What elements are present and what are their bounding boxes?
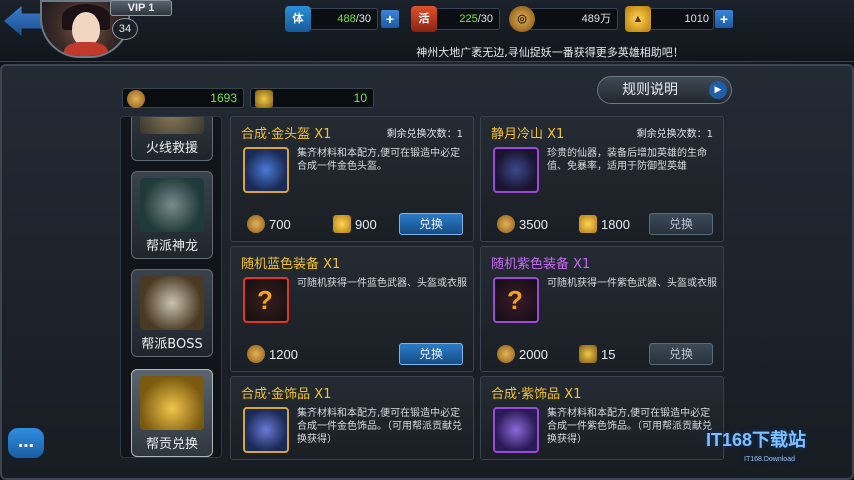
nav-item-label: 火线救援 [145,141,198,156]
card-description: 集齐材料和本配方,便可在锻造中必定合成一件金色头盔。 [297,148,461,172]
nav-item-dragon[interactable]: 帮派神龙 [131,171,213,259]
token-value: 10 [353,91,367,105]
energy-bar: 活 225/30 [411,6,500,32]
stamina-max: /30 [355,13,371,25]
card-description: 集齐材料和本配方,便可在锻造中必定合成一件金色饰品。（可用帮派贡献兑换获得） [297,408,462,445]
boots-icon[interactable] [493,147,539,193]
random-blue-equipment-icon[interactable]: ? [243,277,289,323]
energy-value: 225 [459,13,478,25]
contribution-value: 1693 [210,91,237,105]
stamina-icon: 体 [285,6,311,32]
nav-item-label: 帮派BOSS [141,337,203,352]
fire-rescue-icon [140,117,204,134]
exchange-card: 合成·金头盔 X1 剩余兑换次数：1 集齐材料和本配方,便可在锻造中必定合成一件… [230,116,474,242]
add-stamina-button[interactable]: + [381,10,399,28]
ingots-value: 1010 [684,13,709,25]
coins-value: 489万 [581,13,611,25]
nav-item-label: 帮派神龙 [145,239,198,254]
ingot-icon: ▲ [625,6,651,32]
dragon-icon [140,178,204,232]
card-title: 合成·紫饰品 X1 [491,387,582,402]
play-arrow-icon: ▶ [709,81,727,99]
card-description: 可随机获得一件紫色武器、头盔或衣服 [547,278,717,289]
nav-item-treasure[interactable]: 帮贡兑换 [131,369,213,457]
exchange-button[interactable]: 兑换 [649,343,713,365]
coin-price: 3500 [497,215,548,233]
vip-badge[interactable]: VIP 1 [110,0,172,16]
coins-bar: ◎ 489万 [509,6,618,32]
watermark-text: IT168下载站 [706,430,807,450]
coin-icon [497,215,515,233]
ingot-icon [333,215,351,233]
avatar-robe [64,42,108,56]
treasure-icon [140,376,204,430]
card-description: 可随机获得一件蓝色武器、头盔或衣服 [297,278,467,289]
nav-item-label: 帮贡兑换 [145,437,198,452]
rules-button[interactable]: 规则说明 ▶ [597,76,732,104]
add-ingots-button[interactable]: + [715,10,733,28]
coin-icon [497,345,515,363]
announcement-ticker: 神州大地广袤无边,寻仙捉妖一番获得更多英雄相助吧！ [416,46,684,59]
card-description: 珍贵的仙器，装备后增加英雄的生命值、免暴率，适用于防御型英雄 [547,148,707,172]
ingot-price: 1800 [579,215,630,233]
coin-icon [247,215,265,233]
guild-token-icon [579,345,597,363]
gold-accessory-recipe-icon[interactable] [243,407,289,453]
card-title: 合成·金饰品 X1 [241,387,332,402]
side-nav: 火线救援 帮派神龙 帮派BOSS 帮贡兑换 [120,116,222,458]
card-title: 合成·金头盔 X1 [241,127,332,142]
token-stat: 10 [250,88,374,108]
stamina-bar: 体 488/30 + [285,6,399,32]
watermark-logo: IT168下载站 IT168.Download [706,426,852,472]
exchange-card: 合成·金饰品 X1 集齐材料和本配方,便可在锻造中必定合成一件金色饰品。（可用帮… [230,376,474,460]
boss-icon [140,276,204,330]
exchange-button[interactable]: 兑换 [649,213,713,235]
watermark-subtext: IT168.Download [744,456,795,463]
exchange-card: 随机紫色装备 X1 ? 可随机获得一件紫色武器、头盔或衣服 2000 15 兑换 [480,246,724,372]
level-badge: 34 [112,18,138,40]
exchange-button[interactable]: 兑换 [399,213,463,235]
ingot-icon [579,215,597,233]
energy-icon: 活 [411,6,437,32]
coin-price: 1200 [247,345,298,363]
contribution-icon [127,90,145,108]
card-description: 集齐材料和本配方,便可在锻造中必定合成一件紫色饰品。（可用帮派贡献兑换获得） [547,408,712,445]
card-title: 随机紫色装备 X1 [491,257,591,272]
card-title: 静月冷山 X1 [491,127,565,142]
guild-token-icon [255,90,273,108]
exchange-card: 合成·紫饰品 X1 集齐材料和本配方,便可在锻造中必定合成一件紫色饰品。（可用帮… [480,376,724,460]
card-title: 随机蓝色装备 X1 [241,257,341,272]
exchange-card: 随机蓝色装备 X1 ? 可随机获得一件蓝色武器、头盔或衣服 1200 兑换 [230,246,474,372]
ingots-bar: ▲ 1010 + [625,6,733,32]
purple-accessory-recipe-icon[interactable] [493,407,539,453]
chat-bubble-icon[interactable]: … [8,428,44,458]
rules-button-label: 规则说明 [622,82,678,98]
energy-max: /30 [477,13,493,25]
exchange-button[interactable]: 兑换 [399,343,463,365]
helmet-recipe-icon[interactable] [243,147,289,193]
remaining-count: 剩余兑换次数：1 [636,129,713,140]
nav-item-fire-rescue[interactable]: 火线救援 [131,117,213,161]
coin-price: 700 [247,215,291,233]
remaining-count: 剩余兑换次数：1 [386,129,463,140]
coin-icon [247,345,265,363]
random-purple-equipment-icon[interactable]: ? [493,277,539,323]
coin-price: 2000 [497,345,548,363]
coin-icon: ◎ [509,6,535,32]
ingot-price: 900 [333,215,377,233]
contribution-stat: 1693 [122,88,244,108]
avatar-face [72,12,100,46]
exchange-card: 静月冷山 X1 剩余兑换次数：1 珍贵的仙器，装备后增加英雄的生命值、免暴率，适… [480,116,724,242]
nav-item-boss[interactable]: 帮派BOSS [131,269,213,357]
stamina-value: 488 [337,13,356,25]
token-price: 15 [579,345,615,363]
